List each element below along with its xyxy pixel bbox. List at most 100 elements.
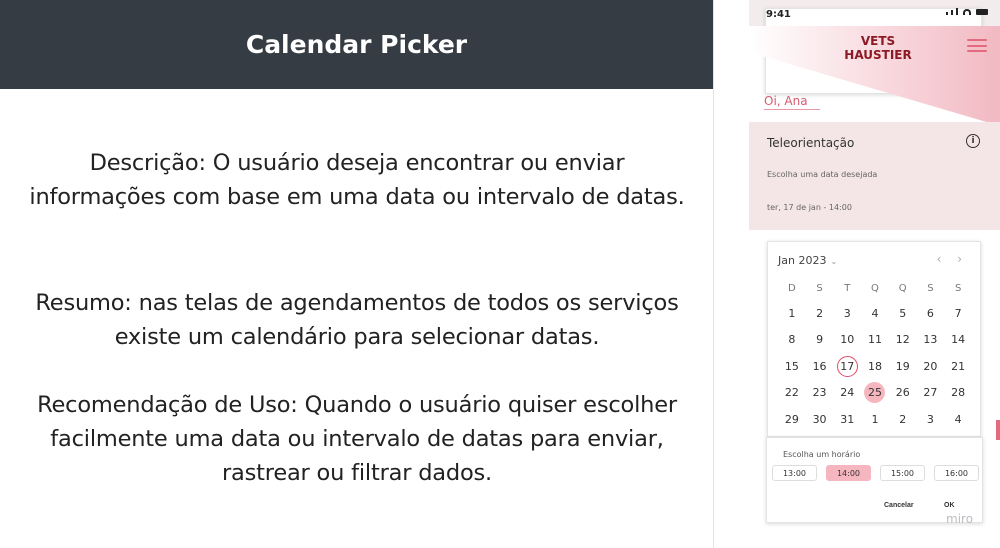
hamburger-menu-icon[interactable] [967,39,987,52]
app-logo[interactable]: VETS HAUSTIER [843,34,913,62]
battery-icon [976,9,988,15]
teleorientation-card: Teleorientação i Escolha uma data deseja… [749,122,1000,230]
chevron-down-icon: ⌄ [830,257,838,266]
calendar-day-cell: 19 [889,353,917,380]
calendar-day[interactable]: 28 [948,382,969,403]
signal-bar [956,8,958,15]
date-prompt: Escolha uma data desejada [767,170,878,179]
calendar-day-cell: 27 [917,380,945,407]
status-bar: 9:41 [749,0,1000,94]
calendar-day[interactable]: 4 [864,303,885,324]
wifi-icon [963,9,971,15]
calendar-day[interactable]: 31 [837,409,858,430]
calendar-day[interactable]: 11 [864,329,885,350]
calendar-day[interactable]: 13 [920,329,941,350]
calendar-day[interactable]: 30 [809,409,830,430]
card-title: Teleorientação [767,136,855,150]
calendar-grid: D S T Q Q S S 1 2 3 4 5 6 7 8 9 10 11 12 13 14 15 16 17 18 19 20 21… [778,276,972,433]
calendar-day[interactable]: 20 [920,356,941,377]
calendar-day[interactable]: 29 [781,409,802,430]
status-indicators [946,8,988,15]
weekday-label: S [816,282,823,294]
calendar-day-cell: 28 [944,380,972,407]
calendar-day[interactable]: 9 [809,329,830,350]
ok-button[interactable]: OK [944,502,955,509]
calendar-day[interactable]: 23 [809,382,830,403]
calendar-day[interactable]: 1 [781,303,802,324]
calendar-day[interactable]: 12 [892,329,913,350]
calendar-day[interactable]: 16 [809,356,830,377]
time-picker: Escolha um horário 13:00 14:00 15:00 16:00 … [766,437,983,523]
time-slots: 13:00 14:00 15:00 16:00 [772,465,992,481]
selected-date-field[interactable]: ter, 17 de jan - 14:00 [767,203,852,212]
month-nav-arrows-icon[interactable]: ‹ › [937,252,968,266]
calendar-day[interactable]: 5 [892,303,913,324]
calendar-day[interactable]: 7 [948,303,969,324]
weekday-label: S [927,282,934,294]
calendar-day-cell: 11 [861,327,889,354]
calendar-day[interactable]: 6 [920,303,941,324]
calendar-day-cell: 23 [806,380,834,407]
calendar-day-cell: 16 [806,353,834,380]
calendar-day-cell: 25 [861,380,889,407]
calendar-day-cell: 6 [917,300,945,327]
calendar-day-cell: 15 [778,353,806,380]
calendar-day-cell: 7 [944,300,972,327]
calendar-day[interactable]: 24 [837,382,858,403]
calendar-day[interactable]: 2 [892,409,913,430]
phone-mockup: 9:41 VETS HAUSTIER Oi, Ana Teleorientaçã… [749,0,1000,548]
signal-icon [946,12,948,15]
info-icon[interactable]: i [966,134,980,148]
calendar-day-cell: 14 [944,327,972,354]
calendar-day[interactable]: 4 [948,409,969,430]
slide-panel: Calendar Picker Descrição: O usuário des… [0,0,714,548]
weekday-label: Q [898,282,907,294]
slide-title: Calendar Picker [245,30,468,59]
calendar-day-cell: 3 [833,300,861,327]
summary-text: Resumo: nas telas de agendamentos de tod… [35,290,679,350]
time-slot-button[interactable]: 13:00 [772,465,817,481]
month-selector[interactable]: Jan 2023 ⌄ [778,254,837,267]
calendar-day-cell: 2 [889,406,917,433]
time-slot-button[interactable]: 14:00 [826,465,871,481]
calendar-day[interactable]: 26 [892,382,913,403]
calendar-day-cell: 1 [778,300,806,327]
calendar-day[interactable]: 17 [836,355,858,377]
calendar-day-cell: 18 [861,353,889,380]
calendar-day[interactable]: 10 [837,329,858,350]
calendar-day[interactable]: 8 [781,329,802,350]
calendar-day-cell: 17 [833,353,861,380]
calendar-popup: Jan 2023 ⌄ ‹ › D S T Q Q S S 1 2 3 4 5 6 7 8 9 10 11 12 13 14… [767,241,981,437]
calendar-day-cell: 8 [778,327,806,354]
weekday-label: S [954,282,962,294]
calendar-day[interactable]: 25 [864,382,886,404]
calendar-day-cell: 26 [889,380,917,407]
recommendation-text: Recomendação de Uso: Quando o usuário qu… [37,392,677,486]
calendar-day-cell: 24 [833,380,861,407]
description-text: Descrição: O usuário deseja encontrar ou… [29,150,685,210]
calendar-day-cell: 22 [778,380,806,407]
time-label: Escolha um horário [783,450,861,459]
calendar-day[interactable]: 18 [864,356,885,377]
time-slot-button[interactable]: 15:00 [880,465,925,481]
weekday-label: T [844,282,851,294]
calendar-day[interactable]: 19 [892,356,913,377]
calendar-day[interactable]: 2 [809,303,830,324]
time-slot-button[interactable]: 16:00 [934,465,979,481]
weekday-label: Q [871,282,879,294]
calendar-day-cell: 30 [806,406,834,433]
calendar-day[interactable]: 3 [837,303,858,324]
calendar-day-cell: 5 [889,300,917,327]
calendar-day[interactable]: 21 [948,356,969,377]
calendar-day[interactable]: 15 [781,356,802,377]
cancel-button[interactable]: Cancelar [884,502,914,509]
calendar-day[interactable]: 22 [781,382,802,403]
greeting-text: Oi, Ana [764,94,820,110]
calendar-day[interactable]: 1 [864,409,885,430]
calendar-day-cell: 31 [833,406,861,433]
calendar-day[interactable]: 14 [948,329,969,350]
calendar-day[interactable]: 3 [920,409,941,430]
calendar-day-cell: 4 [944,406,972,433]
signal-bar [951,10,953,15]
calendar-day[interactable]: 27 [920,382,941,403]
